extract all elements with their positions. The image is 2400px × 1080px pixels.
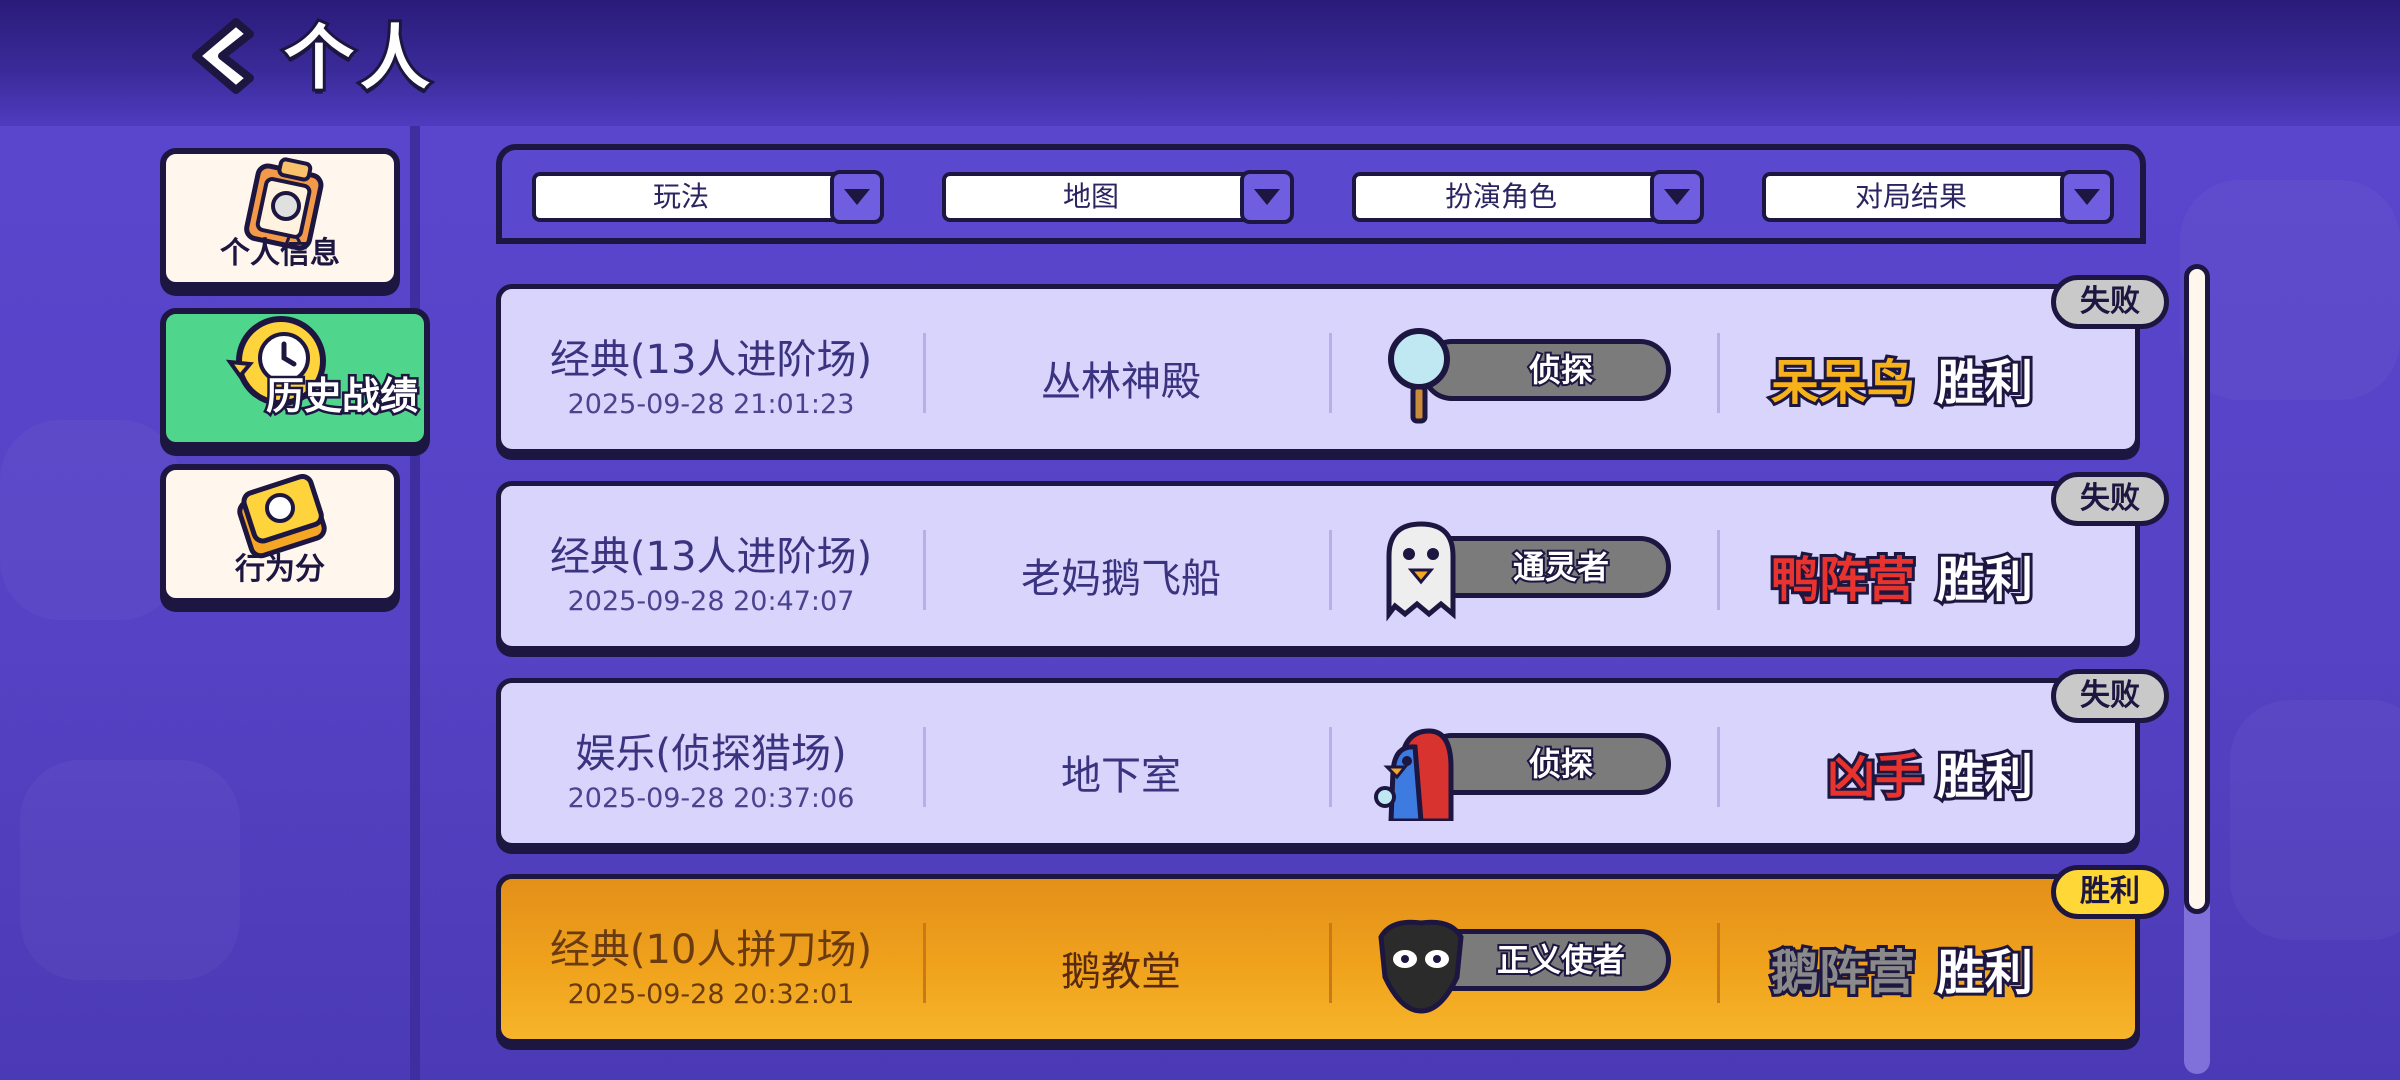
- filter-role-dropdown[interactable]: 扮演角色: [1352, 170, 1704, 224]
- role-name: 侦探: [1527, 349, 1595, 391]
- match-record[interactable]: 经典(13人进阶场) 2025-09-28 21:01:23 丛林神殿 侦探 呆…: [496, 275, 2169, 454]
- sidebar-item-label: 行为分: [235, 552, 325, 587]
- dropdown-toggle[interactable]: [2060, 170, 2114, 224]
- match-time: 2025-09-28 20:47:07: [567, 586, 855, 617]
- role-name: 通灵者: [1511, 546, 1611, 588]
- filter-label: 扮演角色: [1444, 180, 1557, 213]
- camp-result: 胜利: [1934, 352, 2036, 414]
- match-map: 鹅教堂: [1061, 949, 1181, 995]
- camp-name: 凶手: [1824, 746, 1926, 808]
- outcome-badge: 失败: [2051, 669, 2169, 723]
- match-map: 丛林神殿: [1041, 359, 1201, 405]
- filter-result-dropdown[interactable]: 对局结果: [1762, 170, 2114, 224]
- role-name: 正义使者: [1495, 939, 1627, 981]
- sidebar-item-label: 历史战绩: [263, 372, 420, 421]
- column-divider: [1717, 333, 1720, 413]
- sidebar-item-label: 个人信息: [220, 236, 340, 271]
- outcome-badge: 失败: [2051, 275, 2169, 329]
- camp-name: 鹅阵营: [1768, 942, 1918, 1004]
- role-name: 侦探: [1527, 743, 1595, 785]
- match-mode: 经典(13人进阶场): [549, 534, 873, 580]
- match-map: 地下室: [1061, 753, 1181, 799]
- chevron-left-icon: [192, 18, 254, 94]
- background-pattern: [2180, 180, 2400, 400]
- column-divider: [1329, 923, 1332, 1003]
- sidebar-item-profile[interactable]: 个人信息: [160, 148, 400, 288]
- filter-label: 对局结果: [1854, 180, 1967, 213]
- page-title: 个人: [281, 14, 436, 102]
- background-pattern: [20, 760, 240, 980]
- camp-name: 鸭阵营: [1768, 549, 1918, 611]
- outcome-badge: 失败: [2051, 472, 2169, 526]
- filter-label: 地图: [1062, 180, 1119, 213]
- scrollbar-thumb[interactable]: [2184, 264, 2210, 914]
- dropdown-toggle[interactable]: [1240, 170, 1294, 224]
- column-divider: [1329, 530, 1332, 610]
- chevron-down-icon: [1254, 189, 1280, 205]
- match-record[interactable]: 娱乐(侦探猎场) 2025-09-28 20:37:06 地下室 侦探 凶手 胜…: [496, 669, 2169, 848]
- magnifier-icon: [1388, 328, 1450, 424]
- filter-label: 玩法: [652, 180, 709, 213]
- sidebar-divider: [410, 126, 420, 1080]
- dropdown-toggle[interactable]: [830, 170, 884, 224]
- duck-detective-icon: [1374, 728, 1454, 821]
- match-time: 2025-09-28 20:32:01: [567, 979, 855, 1010]
- match-time: 2025-09-28 20:37:06: [567, 783, 855, 814]
- masked-avenger-icon: [1378, 919, 1464, 1014]
- outcome-badge: 胜利: [2051, 865, 2169, 919]
- filter-map-dropdown[interactable]: 地图: [942, 170, 1294, 224]
- filter-mode-dropdown[interactable]: 玩法: [532, 170, 884, 224]
- top-header: 个人: [0, 0, 2400, 126]
- background-pattern: [2230, 700, 2400, 940]
- background-pattern: [0, 420, 180, 620]
- camp-result: 胜利: [1934, 746, 2036, 808]
- chevron-down-icon: [844, 189, 870, 205]
- column-divider: [1329, 333, 1332, 413]
- camp-result: 胜利: [1934, 942, 2036, 1004]
- match-mode: 经典(10人拼刀场): [549, 927, 873, 973]
- match-time: 2025-09-28 21:01:23: [567, 389, 855, 420]
- sidebar-item-behavior-score[interactable]: 行为分: [160, 464, 400, 604]
- filter-bar: 玩法 地图 扮演角色 对局结果: [496, 144, 2146, 244]
- camp-result: 胜利: [1934, 549, 2036, 611]
- match-record[interactable]: 经典(10人拼刀场) 2025-09-28 20:32:01 鹅教堂 正义使者 …: [496, 865, 2169, 1044]
- column-divider: [1717, 923, 1720, 1003]
- column-divider: [1329, 727, 1332, 807]
- back-button[interactable]: [180, 14, 262, 98]
- chevron-down-icon: [1664, 189, 1690, 205]
- match-mode: 娱乐(侦探猎场): [575, 731, 847, 777]
- chevron-down-icon: [2074, 189, 2100, 205]
- camp-name: 呆呆鸟: [1768, 352, 1918, 414]
- sidebar-item-history[interactable]: 历史战绩: [160, 308, 430, 448]
- match-mode: 经典(13人进阶场): [549, 337, 873, 383]
- column-divider: [1717, 727, 1720, 807]
- match-map: 老妈鹅飞船: [1021, 556, 1221, 602]
- column-divider: [1717, 530, 1720, 610]
- dropdown-toggle[interactable]: [1650, 170, 1704, 224]
- match-record[interactable]: 经典(13人进阶场) 2025-09-28 20:47:07 老妈鹅飞船 通灵者…: [496, 472, 2169, 651]
- ghost-goose-icon: [1386, 521, 1456, 622]
